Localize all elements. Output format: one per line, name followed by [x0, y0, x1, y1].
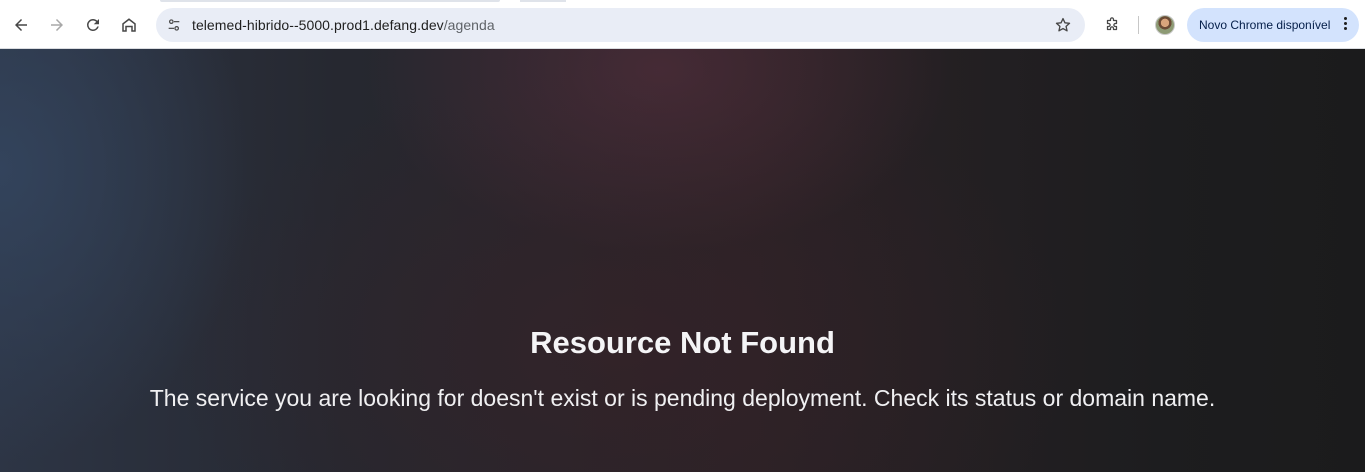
toolbar-divider — [1138, 16, 1139, 34]
error-message: The service you are looking for doesn't … — [149, 385, 1216, 411]
home-icon — [122, 18, 136, 32]
arrow-right-icon — [51, 19, 63, 31]
tab-strip-edge — [160, 0, 500, 2]
extensions-button[interactable] — [1096, 9, 1128, 41]
kebab-menu-icon[interactable] — [1341, 17, 1349, 33]
forward-button[interactable] — [41, 9, 73, 41]
arrow-left-icon — [15, 19, 27, 31]
page-viewport: Resource Not Found The service you are l… — [0, 49, 1365, 472]
home-button[interactable] — [113, 9, 145, 41]
reload-button[interactable] — [77, 9, 109, 41]
url-host: telemed-hibrido--5000.prod1.defang.dev — [192, 17, 444, 33]
tab-strip-edge — [520, 0, 566, 2]
tune-icon — [168, 19, 180, 31]
chrome-update-button[interactable]: Novo Chrome disponível — [1187, 8, 1359, 42]
back-button[interactable] — [5, 9, 37, 41]
puzzle-icon — [1106, 17, 1118, 31]
update-chip-label: Novo Chrome disponível — [1199, 18, 1331, 32]
address-bar[interactable]: telemed-hibrido--5000.prod1.defang.dev/a… — [156, 8, 1085, 42]
star-icon — [1055, 17, 1071, 32]
page-title: Resource Not Found — [530, 325, 835, 360]
bookmark-button[interactable] — [1049, 11, 1077, 39]
reload-icon — [86, 18, 99, 31]
browser-toolbar: telemed-hibrido--5000.prod1.defang.dev/a… — [0, 0, 1365, 49]
site-info-button[interactable] — [160, 11, 188, 39]
profile-avatar[interactable] — [1155, 15, 1175, 35]
url-text[interactable]: telemed-hibrido--5000.prod1.defang.dev/a… — [192, 17, 495, 33]
url-path: /agenda — [443, 17, 495, 33]
